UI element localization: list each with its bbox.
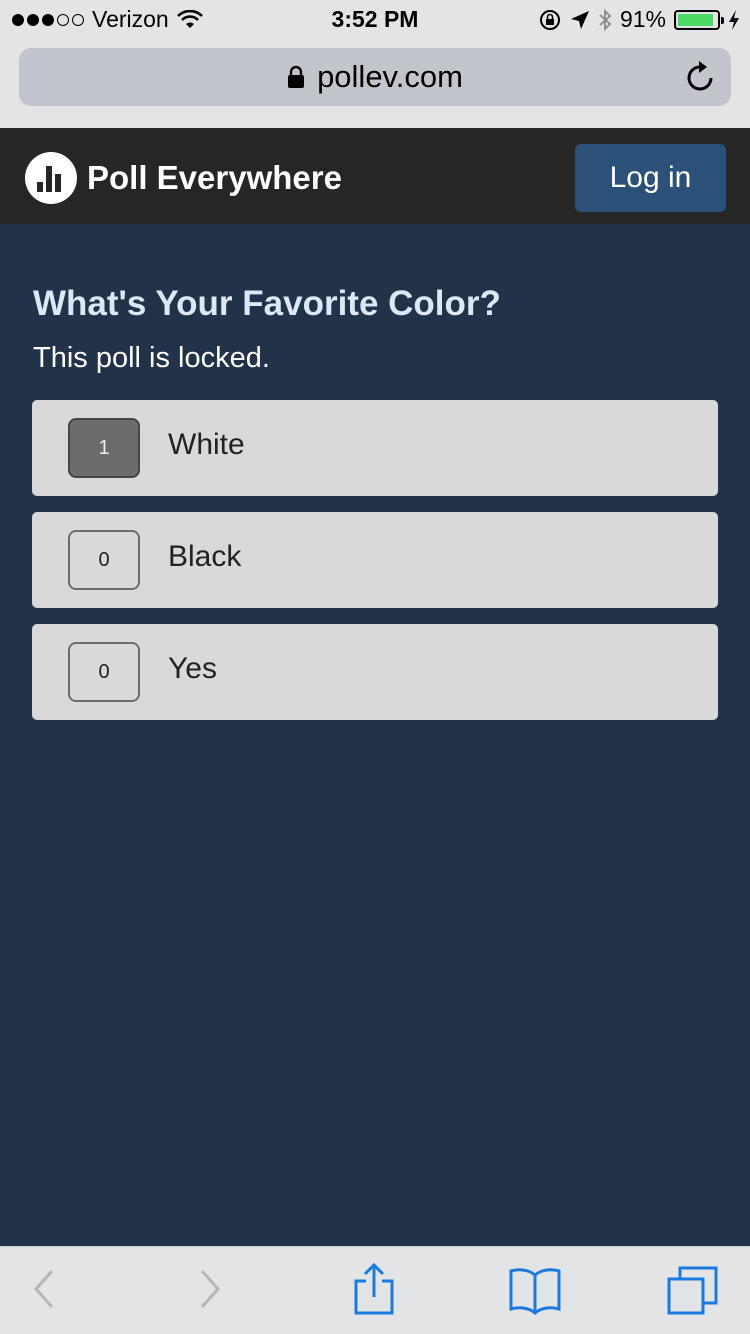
browser-toolbar (0, 1246, 750, 1334)
option-count-badge: 1 (68, 418, 140, 478)
poll-option[interactable]: 1 White (32, 400, 718, 496)
rotation-lock-icon (539, 9, 560, 30)
option-count-badge: 0 (68, 530, 140, 590)
brand[interactable]: Poll Everywhere (25, 152, 342, 204)
charging-icon (729, 9, 739, 30)
battery-percent: 91% (619, 6, 666, 32)
reload-icon[interactable] (685, 60, 717, 94)
address-bar[interactable]: pollev.com (19, 48, 731, 106)
share-icon[interactable] (352, 1263, 396, 1317)
login-button[interactable]: Log in (575, 144, 726, 212)
status-right: 91% (538, 6, 740, 33)
poll-options: 1 White 0 Black 0 Yes (32, 400, 718, 736)
poll-option[interactable]: 0 Yes (32, 624, 718, 720)
option-label: Black (168, 540, 242, 573)
browser-url-area: pollev.com (0, 40, 750, 128)
bluetooth-icon (599, 8, 612, 31)
forward-icon[interactable] (198, 1267, 224, 1311)
tabs-icon[interactable] (666, 1265, 720, 1317)
poll-option[interactable]: 0 Black (32, 512, 718, 608)
poll-title: What's Your Favorite Color? (33, 284, 501, 323)
site-header: Poll Everywhere Log in (0, 128, 750, 224)
poll-status: This poll is locked. (33, 342, 270, 374)
lock-icon (288, 65, 305, 88)
brand-name: Poll Everywhere (87, 159, 342, 196)
option-label: White (168, 428, 245, 461)
location-icon (570, 10, 589, 29)
poll-everywhere-logo-icon (25, 152, 77, 204)
bookmarks-icon[interactable] (508, 1265, 562, 1315)
option-label: Yes (168, 652, 217, 685)
back-icon[interactable] (30, 1267, 56, 1311)
status-bar: Verizon 3:52 PM 91% (0, 0, 750, 40)
url-text: pollev.com (317, 59, 463, 94)
battery-icon (674, 9, 724, 30)
option-count-badge: 0 (68, 642, 140, 702)
